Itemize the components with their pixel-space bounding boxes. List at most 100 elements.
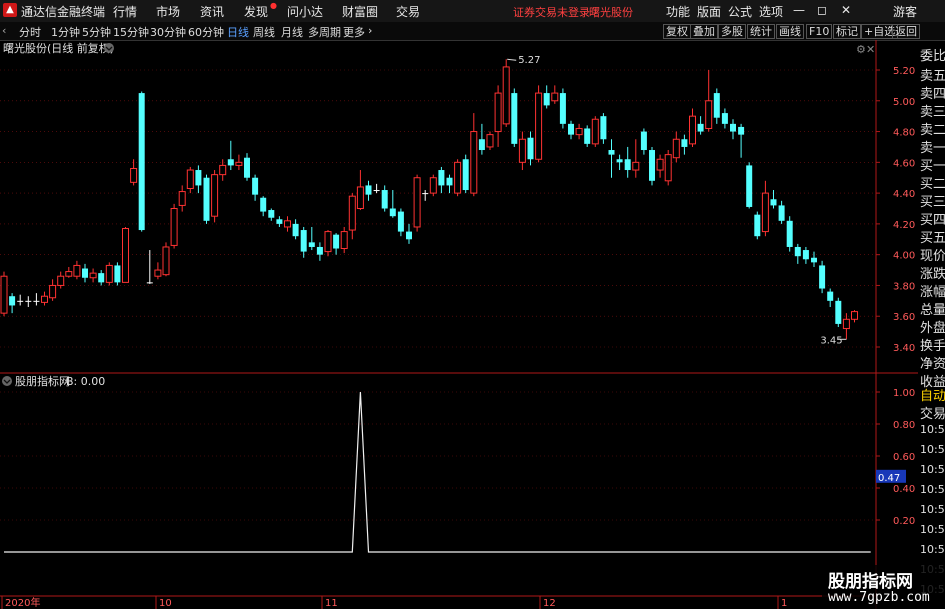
candle-body	[697, 123, 704, 132]
login-notice[interactable]: 证券交易未登录	[513, 4, 590, 20]
gear-icon[interactable]: ⚙	[856, 43, 866, 56]
indicator-axis: 1.00 0.80 0.60 0.470.40 0.20	[876, 388, 915, 527]
candle-body	[802, 250, 809, 260]
candle-body	[462, 159, 469, 191]
multi-stock-button[interactable]: 多股	[718, 24, 746, 39]
candle-body	[689, 115, 696, 145]
candle-body	[470, 131, 478, 194]
period-tab[interactable]: 30分钟	[150, 24, 186, 40]
trade-label[interactable]: 交易	[920, 403, 945, 422]
period-tab-more[interactable]: 更多	[343, 24, 365, 40]
price-tick-label: 4.00	[893, 251, 915, 262]
quote-field-label: 总量	[920, 303, 945, 318]
candle-body	[730, 123, 736, 132]
candle-body	[82, 268, 88, 278]
quote-field-label: 卖一	[920, 141, 945, 156]
mark-button[interactable]: 标记	[833, 24, 861, 39]
watermark-title: 股朋指标网	[828, 572, 913, 592]
candle-body	[608, 150, 615, 155]
indicator-tick-label: 0.40	[893, 484, 915, 495]
period-tab[interactable]: 周线	[253, 24, 275, 40]
period-tab[interactable]: 1分钟	[51, 24, 80, 40]
quote-side-panel: 委比 卖五 卖四 卖三 卖二 卖一 买一 买二 买三 买四 买五 现价 涨跌 涨幅 总量 外盘 换手 净资 收益 自动…	[918, 40, 945, 609]
quote-field-label: 买三	[920, 195, 945, 210]
quote-field-label: 涨跌	[920, 267, 945, 282]
menu-fortune[interactable]: 财富圈	[342, 3, 378, 20]
menu-xiaoda[interactable]: 问小达	[287, 3, 323, 20]
period-tab[interactable]: 15分钟	[113, 24, 149, 40]
candle-body	[235, 161, 243, 166]
candle-body	[57, 275, 65, 286]
period-tab[interactable]: 多周期	[308, 24, 341, 40]
candle-body	[389, 208, 396, 217]
candle-body	[429, 177, 437, 194]
candle-body	[186, 169, 194, 189]
candle-body	[664, 154, 672, 182]
date-tick-label: 2020年	[5, 596, 40, 609]
stats-button[interactable]: 统计	[747, 24, 775, 39]
auto-trade-label[interactable]: 自动	[920, 385, 945, 404]
close-button[interactable]: ✕	[841, 3, 851, 17]
candle-body	[819, 265, 826, 289]
candle-body	[575, 127, 583, 136]
candle-body	[511, 93, 518, 144]
period-tab[interactable]: 月线	[281, 24, 303, 40]
menu-layout[interactable]: 版面	[697, 3, 721, 20]
menu-options[interactable]: 选项	[759, 3, 783, 20]
restore-button[interactable]: ◻	[817, 3, 827, 17]
chart-menu-icon[interactable]	[104, 43, 114, 53]
f10-button[interactable]: F10	[806, 24, 833, 39]
menu-function[interactable]: 功能	[666, 3, 690, 20]
draw-line-button[interactable]: 画线	[776, 24, 804, 39]
menu-news[interactable]: 资讯	[200, 3, 224, 20]
fuquan-button[interactable]: 复权	[663, 24, 691, 39]
indicator-title: 股朋指标网	[15, 374, 70, 388]
candle-body	[333, 234, 340, 249]
watermark: 股朋指标网 www.7gpzb.com	[822, 565, 945, 609]
quote-field-label: 卖四	[920, 87, 945, 102]
candle-body	[300, 230, 307, 252]
menu-discover[interactable]: 发现	[244, 3, 268, 20]
minimize-button[interactable]: —	[793, 3, 805, 17]
menu-formula[interactable]: 公式	[728, 3, 752, 20]
scroll-left-icon[interactable]: ‹	[2, 24, 6, 37]
user-label[interactable]: 游客	[893, 3, 917, 20]
chevron-right-icon[interactable]: ›	[368, 24, 372, 37]
quote-field-label: 换手	[920, 339, 945, 354]
overlay-button[interactable]: 叠加	[690, 24, 718, 39]
menu-market[interactable]: 市场	[156, 3, 180, 20]
candle-body	[130, 167, 138, 183]
back-button[interactable]: 返回	[892, 24, 920, 39]
candle-body	[624, 159, 631, 171]
date-axis: 2020年 10 11 12 1	[1, 596, 787, 609]
menu-trade[interactable]: 交易	[396, 3, 420, 20]
menu-quotes[interactable]: 行情	[113, 3, 137, 20]
chart-area[interactable]: 5.20 5.00 4.80 4.60 4.40 4.20 4.00 3.80 3.60 3.40…	[0, 40, 918, 609]
candle-body	[17, 300, 24, 302]
candle-body	[89, 272, 97, 279]
candle-body	[260, 197, 267, 212]
candle-body	[551, 92, 559, 102]
candle-body	[721, 113, 728, 124]
candle-body	[778, 205, 785, 221]
candle-body	[559, 93, 566, 124]
indicator-tick-label: 0.20	[893, 516, 915, 527]
candle-body	[438, 170, 445, 186]
candle-body	[356, 186, 364, 209]
candle-body	[49, 284, 57, 299]
indicator-menu-icon[interactable]	[2, 376, 12, 386]
low-price-label: 3.45	[820, 335, 842, 346]
quote-field-label: 委比	[920, 49, 945, 64]
price-tick-label: 5.20	[893, 66, 915, 77]
period-tab-active[interactable]: 日线	[227, 24, 249, 40]
indicator-tick-label: 0.60	[893, 452, 915, 463]
period-tab[interactable]: 5分钟	[82, 24, 111, 40]
candle-body	[340, 231, 348, 250]
candle-body	[656, 158, 664, 171]
close-panel-icon[interactable]: ✕	[866, 43, 875, 56]
period-tab[interactable]: 60分钟	[188, 24, 224, 40]
candle-body	[681, 139, 688, 147]
watermark-url: www.7gpzb.com	[828, 590, 930, 605]
date-tick-label: 12	[543, 598, 556, 609]
period-tab[interactable]: 分时	[19, 24, 41, 40]
